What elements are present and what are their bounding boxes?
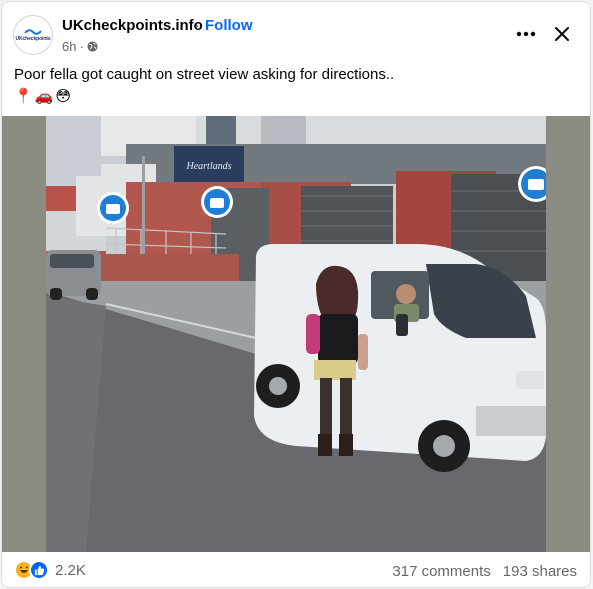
page-name-link[interactable]: UKcheckpoints.info: [62, 17, 203, 34]
pushpin-emoji: 📍: [14, 87, 33, 105]
logo-wave-icon: [24, 29, 42, 35]
comments-count-link[interactable]: 317 comments: [392, 563, 490, 580]
more-options-button[interactable]: [512, 20, 540, 48]
name-separator: ·: [195, 17, 200, 34]
like-reaction-icon: [29, 560, 49, 580]
street-scene: Heartlands: [46, 116, 546, 552]
reaction-count: 2.2K: [55, 561, 86, 579]
streetview-marker-icon[interactable]: [201, 186, 233, 218]
more-options-icon: [516, 31, 536, 37]
caption-emojis: 📍 🚗 😳: [14, 87, 71, 105]
engagement-stats: 317 comments 193 shares: [392, 563, 577, 580]
flushed-face-emoji: 😳: [55, 87, 72, 105]
reaction-summary[interactable]: 2.2K: [14, 560, 86, 580]
post-meta: 6h ·: [62, 39, 98, 54]
shop-sign-text: Heartlands: [186, 161, 232, 172]
post-photo-frame[interactable]: Heartlands: [2, 116, 590, 552]
follow-button[interactable]: Follow: [205, 17, 253, 34]
post-header: UKcheckpoints UKcheckpoints.info · Follo…: [2, 2, 590, 62]
close-icon: [555, 27, 569, 41]
globe-icon: [87, 41, 98, 52]
time-separator: ·: [79, 39, 84, 54]
post-card: UKcheckpoints UKcheckpoints.info · Follo…: [1, 1, 591, 588]
post-footer: 2.2K 317 comments 193 shares: [2, 557, 590, 587]
shares-count-link[interactable]: 193 shares: [503, 563, 577, 580]
post-time[interactable]: 6h: [62, 39, 76, 54]
close-button[interactable]: [548, 20, 576, 48]
streetview-marker-icon[interactable]: [97, 192, 129, 224]
car-emoji: 🚗: [34, 87, 54, 105]
page-avatar[interactable]: UKcheckpoints: [13, 15, 53, 55]
avatar-logo-text: UKcheckpoints: [15, 36, 51, 42]
post-caption: Poor fella got caught on street view ask…: [14, 66, 395, 83]
street-view-photo[interactable]: Heartlands: [46, 116, 546, 552]
